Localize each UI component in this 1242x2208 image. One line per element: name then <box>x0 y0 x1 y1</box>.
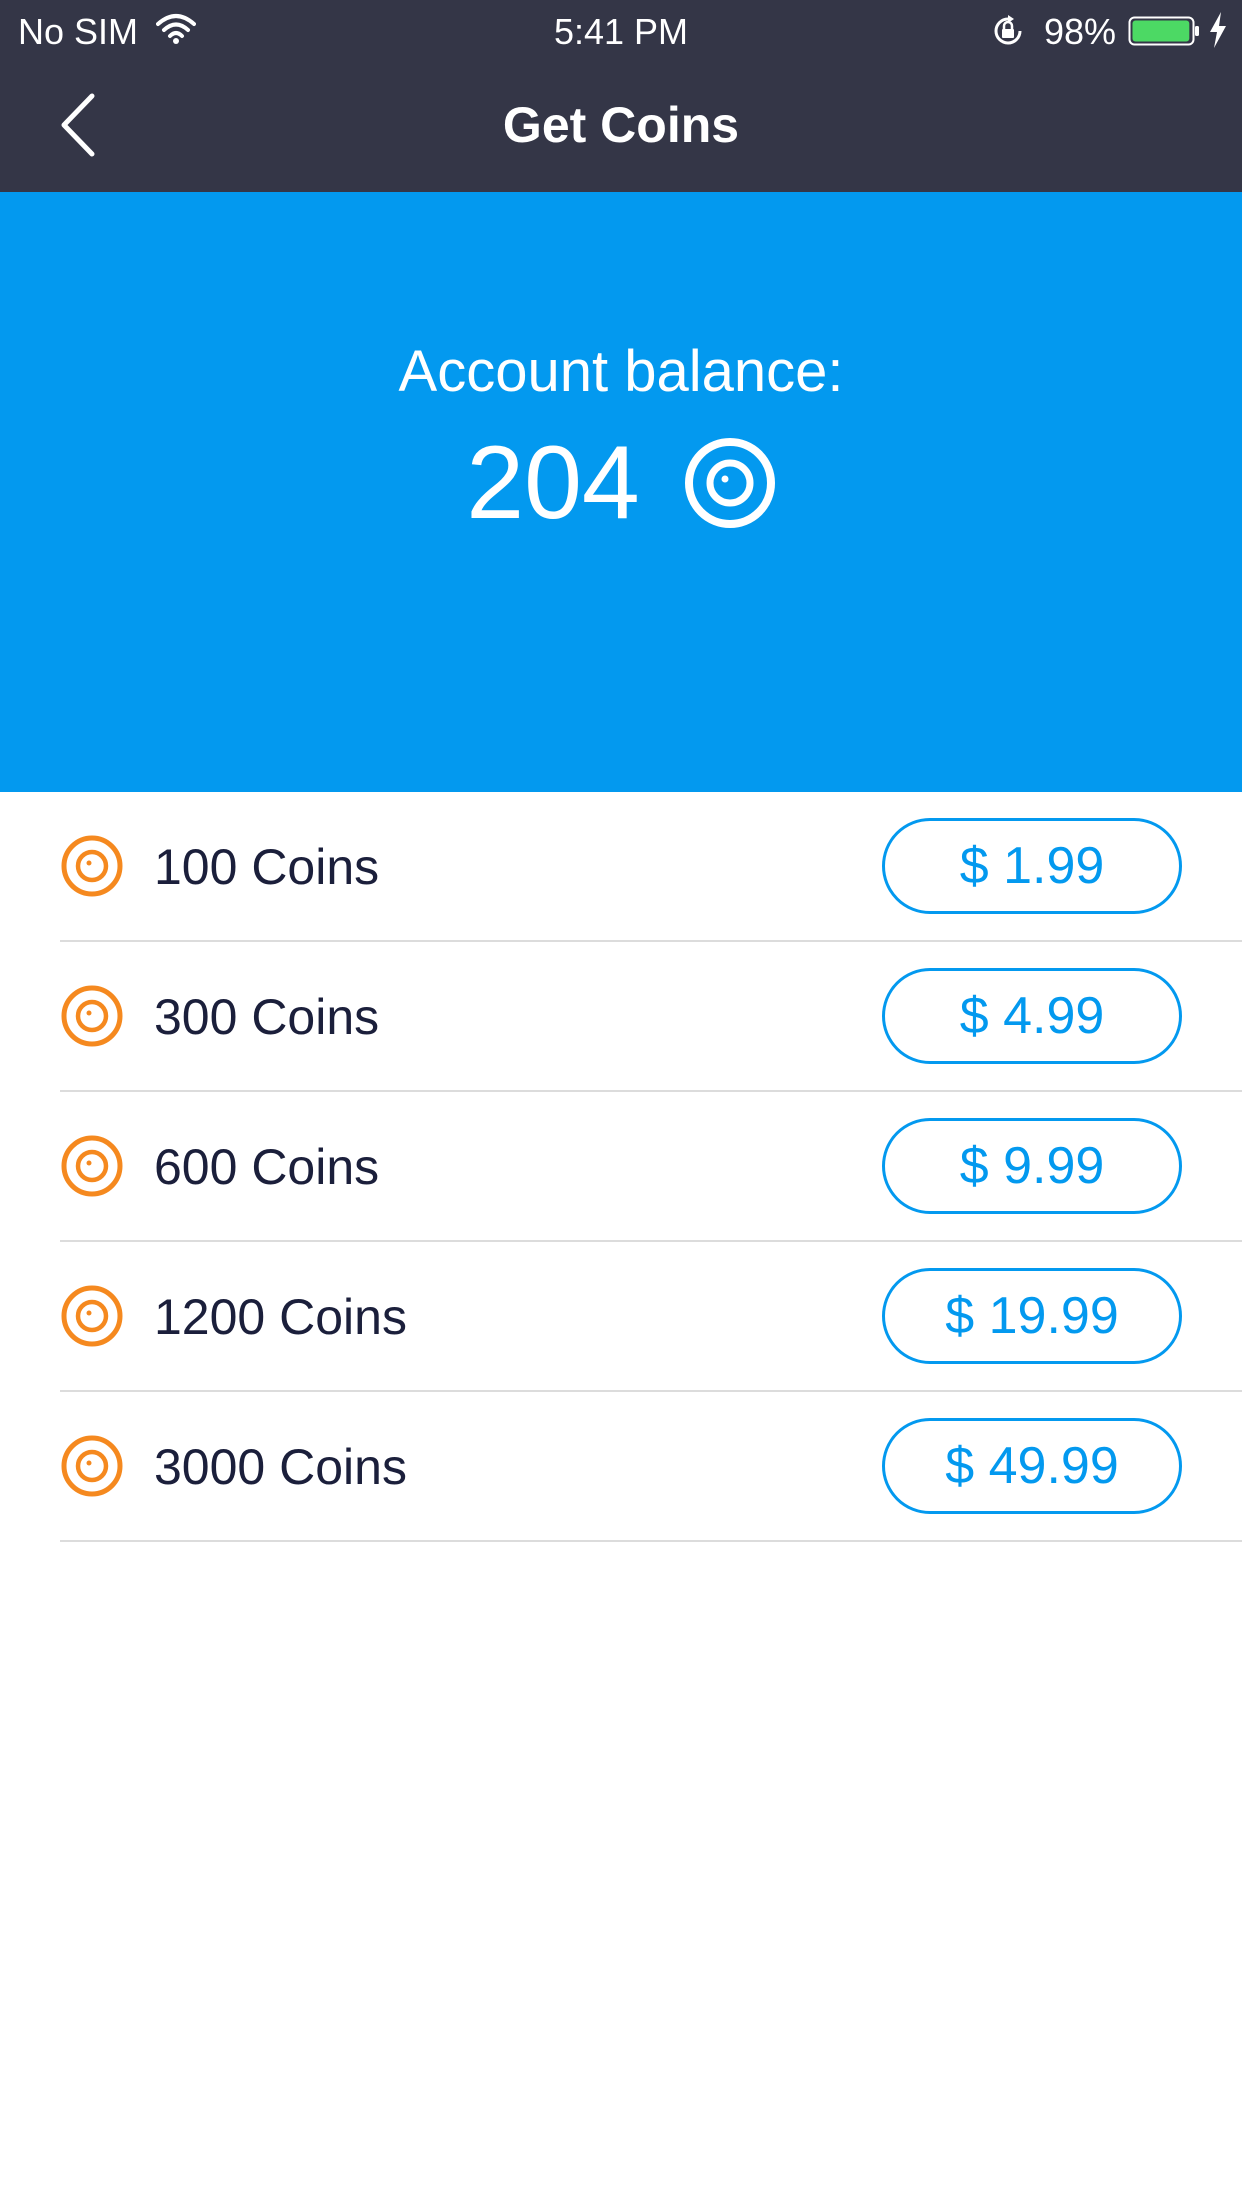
balance-banner: Account balance: 204 <box>0 192 1242 792</box>
price-button[interactable]: $ 49.99 <box>882 1418 1182 1514</box>
balance-amount-group: 204 <box>0 428 1242 538</box>
package-name: 600 Coins <box>154 1139 380 1195</box>
coin-icon <box>61 985 123 1047</box>
rotation-lock-icon <box>994 15 1022 45</box>
list-item: 3000 Coins $ 49.99 <box>60 1392 1242 1542</box>
coin-icon <box>61 1285 123 1347</box>
status-bar: No SIM 5:41 PM 98% <box>0 0 1242 62</box>
price-button[interactable]: $ 4.99 <box>882 968 1182 1064</box>
top-bar: No SIM 5:41 PM 98% Get Coins <box>0 0 1242 192</box>
list-item: 300 Coins $ 4.99 <box>60 942 1242 1092</box>
package-name: 100 Coins <box>154 839 380 895</box>
coin-package-list: 100 Coins $ 1.99 300 Coins $ 4.99 600 Co… <box>0 792 1242 1542</box>
package-name: 1200 Coins <box>154 1289 407 1345</box>
price-button[interactable]: $ 19.99 <box>882 1268 1182 1364</box>
package-name: 300 Coins <box>154 989 380 1045</box>
navigation-bar: Get Coins <box>0 62 1242 192</box>
coin-icon <box>61 1135 123 1197</box>
battery-percent-label: 98% <box>1044 11 1117 52</box>
package-name: 3000 Coins <box>154 1439 407 1495</box>
price-button[interactable]: $ 9.99 <box>882 1118 1182 1214</box>
coin-icon <box>684 438 775 528</box>
list-item: 1200 Coins $ 19.99 <box>60 1242 1242 1392</box>
price-button[interactable]: $ 1.99 <box>882 818 1182 914</box>
coin-icon <box>61 835 123 897</box>
list-item: 600 Coins $ 9.99 <box>60 1092 1242 1242</box>
balance-amount: 204 <box>466 425 640 541</box>
balance-label: Account balance: <box>398 339 844 404</box>
charging-bolt-icon <box>1210 12 1226 48</box>
coin-icon <box>61 1435 123 1497</box>
battery-icon <box>1128 16 1199 46</box>
page-title: Get Coins <box>502 97 740 153</box>
list-item: 100 Coins $ 1.99 <box>60 792 1242 942</box>
